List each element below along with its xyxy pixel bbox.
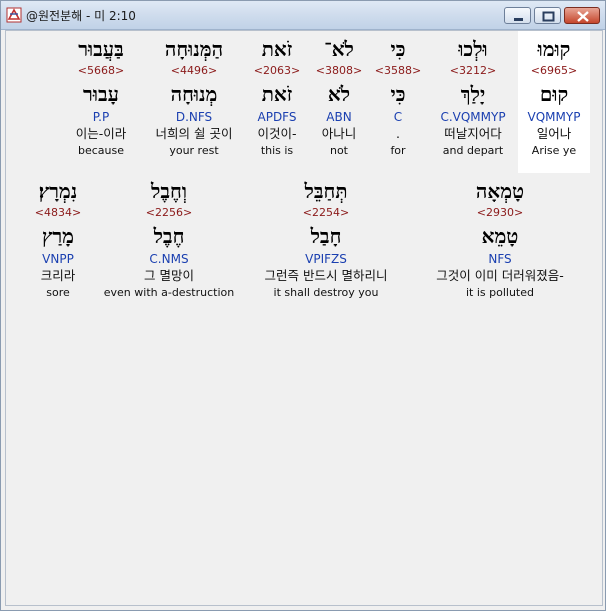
- strong-number: <4496>: [170, 64, 218, 77]
- title-bar[interactable]: @원전분해 - 미 2:10: [1, 1, 605, 30]
- korean-gloss: 크리라: [40, 268, 76, 283]
- korean-gloss: 이것이-: [257, 126, 297, 141]
- lemma: עָבוּר: [83, 82, 119, 106]
- minimize-icon: [514, 18, 523, 21]
- strong-number: <3808>: [315, 64, 363, 77]
- lemma: מָרַץ: [41, 224, 75, 248]
- strong-number: <3212>: [449, 64, 497, 77]
- morph-code: NFS: [488, 252, 512, 266]
- english-gloss: for: [390, 144, 406, 157]
- word-card[interactable]: תְּחַבֵּל <2254> חָבַל VPIFZS 그런즉 반드시 멸하…: [246, 173, 406, 300]
- morph-code: APDFS: [257, 110, 297, 124]
- word-card[interactable]: וּלְכוּ <3212> יָלַךְ C.VQMMYP 떠날지어다 and…: [430, 31, 516, 158]
- hebrew-word: זֹאת: [261, 37, 293, 61]
- korean-gloss: 아나니: [321, 126, 357, 141]
- morph-code: VQMMYP: [527, 110, 581, 124]
- morph-code: ABN: [326, 110, 352, 124]
- strong-number: <2256>: [145, 206, 193, 219]
- strong-number: <6965>: [530, 64, 578, 77]
- hebrew-word: לֹא־: [324, 37, 354, 61]
- word-card[interactable]: זֹאת <2063> זֹאת APDFS 이것이- this is: [246, 31, 308, 158]
- word-card[interactable]: נִמְרָץ׃ <4834> מָרַץ VNPP 크리라 sore: [26, 173, 90, 300]
- lemma: זֹאת: [261, 82, 293, 106]
- hebrew-word: תְּחַבֵּל: [304, 179, 348, 203]
- lemma: כִּי: [390, 82, 406, 106]
- english-gloss: not: [329, 144, 348, 157]
- korean-gloss: 이는-이라: [75, 126, 127, 141]
- korean-gloss: 그 멸망이: [144, 268, 194, 283]
- korean-gloss: 일어나: [536, 126, 572, 141]
- strong-number: <2254>: [302, 206, 350, 219]
- analysis-panel: קוּמוּ <6965> קוּם VQMMYP 일어나 Arise ye ו…: [5, 30, 603, 606]
- strong-number: <2930>: [476, 206, 524, 219]
- hebrew-word: בַּעֲבוּר: [78, 37, 124, 61]
- minimize-button[interactable]: [504, 7, 531, 24]
- morph-code: VPIFZS: [305, 252, 347, 266]
- strong-number: <3588>: [374, 64, 422, 77]
- hebrew-word: כִּי: [390, 37, 406, 61]
- korean-gloss: 너희의 쉴 곳이: [155, 126, 233, 141]
- english-gloss: your rest: [169, 144, 219, 157]
- strong-number: <5668>: [77, 64, 125, 77]
- word-card[interactable]: הַמְּנוּחָה <4496> מְנוּחָה D.NFS 너희의 쉴 …: [144, 31, 244, 158]
- english-gloss: sore: [46, 286, 70, 299]
- morph-code: C: [393, 110, 403, 124]
- hebrew-word: וּלְכוּ: [458, 37, 488, 61]
- word-card[interactable]: וְחֶבֶל <2256> חֶבֶל C.NMS 그 멸망이 even wi…: [98, 173, 240, 300]
- close-icon: [577, 11, 589, 22]
- close-button[interactable]: [564, 7, 600, 24]
- hebrew-word: קוּמוּ: [537, 37, 571, 61]
- app-window: @원전분해 - 미 2:10 קוּמוּ <6965> קוּם VQMMYP…: [0, 0, 606, 611]
- english-gloss: Arise ye: [531, 144, 577, 157]
- maximize-button[interactable]: [534, 7, 561, 24]
- lemma: חָבַל: [310, 224, 342, 248]
- strong-number: <4834>: [34, 206, 82, 219]
- english-gloss: it is polluted: [465, 286, 534, 299]
- morph-code: P.P: [92, 110, 110, 124]
- english-gloss: it shall destroy you: [273, 286, 379, 299]
- maximize-icon: [542, 11, 555, 22]
- word-card[interactable]: לֹא־ <3808> לֹא ABN 아나니 not: [310, 31, 368, 158]
- korean-gloss: .: [396, 126, 400, 141]
- lemma: לֹא: [327, 82, 351, 106]
- app-logo-icon: [6, 7, 22, 23]
- morph-code: C.NMS: [149, 252, 189, 266]
- window-title: @원전분해 - 미 2:10: [26, 9, 136, 23]
- lemma: קוּם: [539, 82, 569, 106]
- hebrew-word: הַמְּנוּחָה: [164, 37, 224, 61]
- english-gloss: even with a-destruction: [103, 286, 235, 299]
- morph-code: C.VQMMYP: [440, 110, 506, 124]
- strong-number: <2063>: [253, 64, 301, 77]
- word-card[interactable]: קוּמוּ <6965> קוּם VQMMYP 일어나 Arise ye: [518, 31, 590, 173]
- word-card[interactable]: בַּעֲבוּר <5668> עָבוּר P.P 이는-이라 becaus…: [60, 31, 142, 158]
- lemma: טָמֵא: [481, 224, 519, 248]
- morph-code: VNPP: [42, 252, 74, 266]
- morph-code: D.NFS: [175, 110, 213, 124]
- hebrew-word: וְחֶבֶל: [151, 179, 187, 203]
- hebrew-word: טָמְאָה: [475, 179, 525, 203]
- english-gloss: and depart: [442, 144, 504, 157]
- korean-gloss: 그것이 이미 더러워졌음-: [436, 268, 564, 283]
- korean-gloss: 그런즉 반드시 멸하리니: [264, 268, 388, 283]
- lemma: חֶבֶל: [153, 224, 185, 248]
- hebrew-word: נִמְרָץ׃: [38, 179, 78, 203]
- english-gloss: because: [77, 144, 124, 157]
- english-gloss: this is: [260, 144, 294, 157]
- korean-gloss: 떠날지어다: [444, 126, 502, 141]
- lemma: מְנוּחָה: [170, 82, 218, 106]
- word-card[interactable]: טָמְאָה <2930> טָמֵא NFS 그것이 이미 더러워졌음- i…: [416, 173, 584, 300]
- lemma: יָלַךְ: [460, 82, 486, 106]
- word-card[interactable]: כִּי <3588> כִּי C . for: [370, 31, 426, 158]
